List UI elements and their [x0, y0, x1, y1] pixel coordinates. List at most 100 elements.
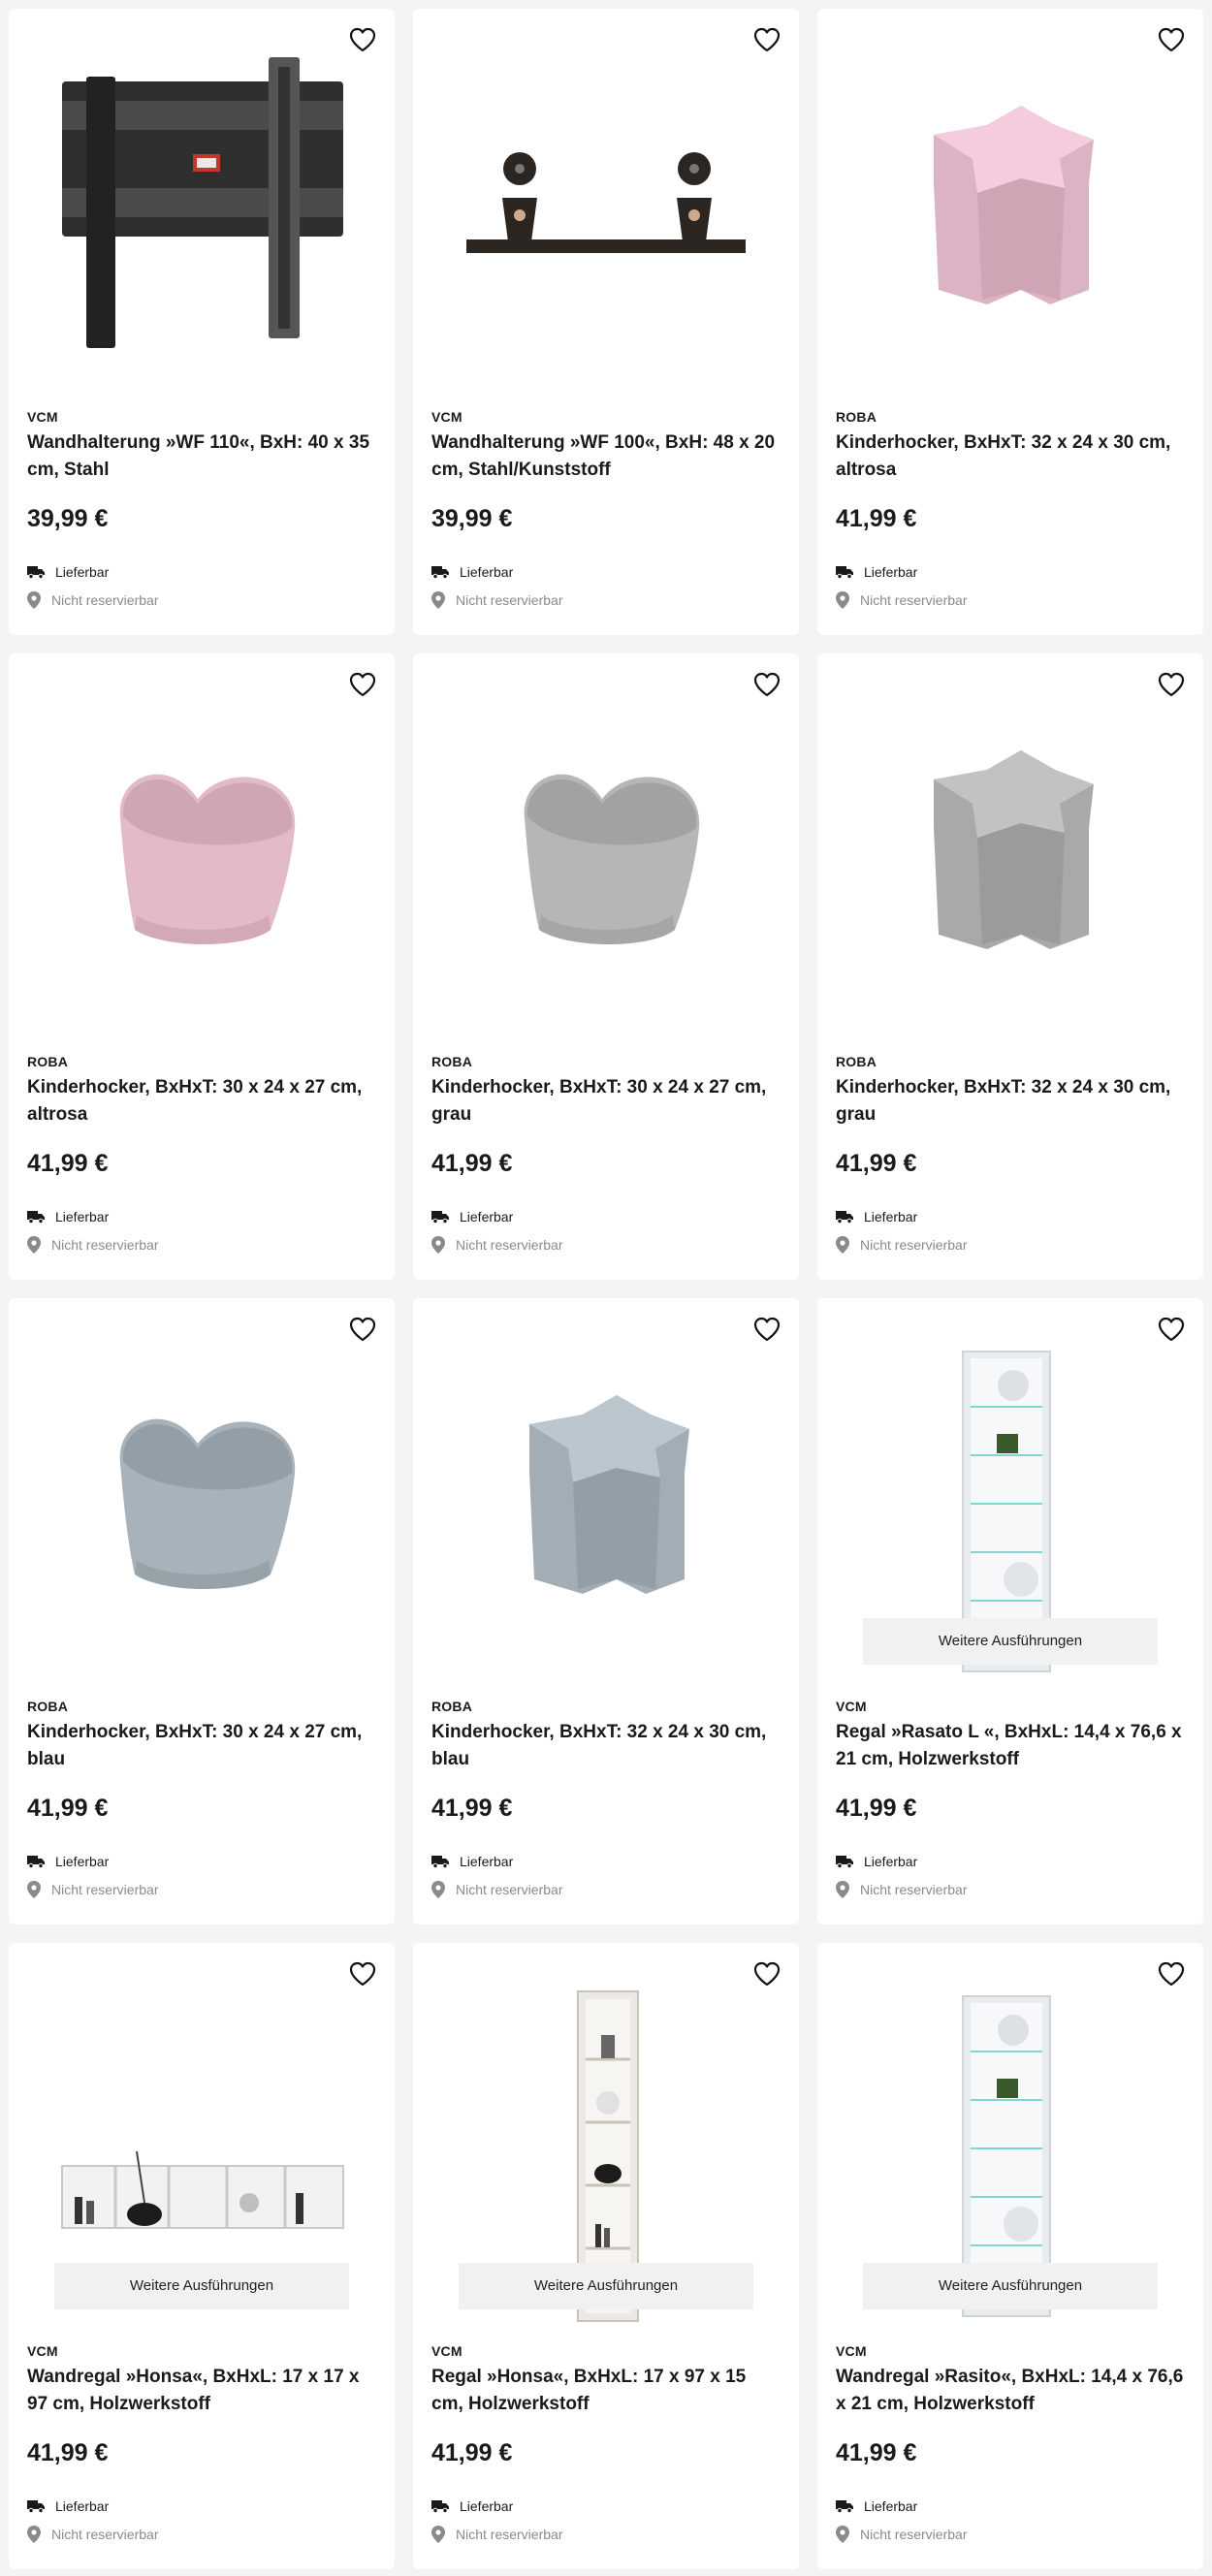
delivery-label: Lieferbar: [864, 1209, 918, 1224]
reservation-status: Nicht reservierbar: [27, 1236, 158, 1254]
heart-outline-icon[interactable]: [752, 1960, 781, 1988]
more-variants-button[interactable]: Weitere Ausführungen: [863, 1618, 1158, 1665]
delivery-label: Lieferbar: [460, 1209, 514, 1224]
product-brand: VCM: [27, 2343, 58, 2359]
delivery-label: Lieferbar: [55, 1854, 110, 1869]
heart-outline-icon[interactable]: [1157, 1960, 1186, 1988]
product-card-6[interactable]: ROBA Kinderhocker, BxHxT: 32 x 24 x 30 c…: [817, 653, 1203, 1280]
product-price: 41,99 €: [836, 1150, 917, 1177]
heart-outline-icon[interactable]: [1157, 671, 1186, 698]
reservation-status: Nicht reservierbar: [836, 1881, 967, 1898]
star-stool-image[interactable]: [817, 9, 1203, 397]
delivery-status: Lieferbar: [27, 1209, 109, 1224]
location-pin-icon: [836, 1881, 849, 1898]
delivery-status: Lieferbar: [431, 1209, 513, 1224]
product-title[interactable]: Wandregal »Rasito«, BxHxL: 14,4 x 76,6 x…: [836, 2364, 1185, 2418]
product-card-12[interactable]: VCM Wandregal »Rasito«, BxHxL: 14,4 x 76…: [817, 1943, 1203, 2569]
delivery-status: Lieferbar: [836, 1854, 917, 1869]
product-price: 41,99 €: [27, 2439, 109, 2466]
truck-icon: [836, 2500, 853, 2513]
location-pin-icon: [27, 1236, 41, 1254]
location-pin-icon: [27, 2526, 41, 2543]
product-price: 41,99 €: [27, 1795, 109, 1822]
product-card-11[interactable]: VCM Regal »Honsa«, BxHxL: 17 x 97 x 15 c…: [413, 1943, 799, 2569]
more-variants-button[interactable]: Weitere Ausführungen: [863, 2263, 1158, 2309]
delivery-label: Lieferbar: [55, 564, 110, 580]
product-price: 41,99 €: [836, 505, 917, 532]
reservation-label: Nicht reservierbar: [456, 1882, 563, 1897]
product-card-10[interactable]: VCM Wandregal »Honsa«, BxHxL: 17 x 17 x …: [9, 1943, 395, 2569]
heart-stool-image[interactable]: [9, 653, 395, 1041]
product-card-1[interactable]: VCM Wandhalterung »WF 110«, BxH: 40 x 35…: [9, 9, 395, 635]
product-card-7[interactable]: ROBA Kinderhocker, BxHxT: 30 x 24 x 27 c…: [9, 1298, 395, 1924]
product-brand: VCM: [431, 2343, 462, 2359]
product-title[interactable]: Wandhalterung »WF 110«, BxH: 40 x 35 cm,…: [27, 429, 376, 484]
delivery-status: Lieferbar: [431, 2498, 513, 2514]
star-stool-image[interactable]: [413, 1298, 799, 1686]
product-title[interactable]: Wandregal »Honsa«, BxHxL: 17 x 17 x 97 c…: [27, 2364, 376, 2418]
delivery-label: Lieferbar: [55, 1209, 110, 1224]
delivery-status: Lieferbar: [431, 1854, 513, 1869]
delivery-status: Lieferbar: [836, 564, 917, 580]
tv-wall-mount-tilt-image[interactable]: [9, 9, 395, 397]
product-price: 41,99 €: [836, 1795, 917, 1822]
delivery-status: Lieferbar: [27, 1854, 109, 1869]
product-title[interactable]: Kinderhocker, BxHxT: 30 x 24 x 27 cm, gr…: [431, 1074, 781, 1129]
location-pin-icon: [431, 591, 445, 609]
product-title[interactable]: Kinderhocker, BxHxT: 30 x 24 x 27 cm, bl…: [27, 1719, 376, 1773]
heart-outline-icon[interactable]: [752, 1316, 781, 1343]
product-title[interactable]: Wandhalterung »WF 100«, BxH: 48 x 20 cm,…: [431, 429, 781, 484]
location-pin-icon: [27, 591, 41, 609]
heart-outline-icon[interactable]: [348, 26, 377, 53]
delivery-status: Lieferbar: [431, 564, 513, 580]
heart-outline-icon[interactable]: [1157, 26, 1186, 53]
more-variants-button[interactable]: Weitere Ausführungen: [459, 2263, 753, 2309]
heart-stool-image[interactable]: [9, 1298, 395, 1686]
delivery-status: Lieferbar: [27, 2498, 109, 2514]
heart-outline-icon[interactable]: [348, 671, 377, 698]
product-card-3[interactable]: ROBA Kinderhocker, BxHxT: 32 x 24 x 30 c…: [817, 9, 1203, 635]
delivery-label: Lieferbar: [55, 2498, 110, 2514]
product-card-5[interactable]: ROBA Kinderhocker, BxHxT: 30 x 24 x 27 c…: [413, 653, 799, 1280]
product-title[interactable]: Kinderhocker, BxHxT: 32 x 24 x 30 cm, al…: [836, 429, 1185, 484]
product-title[interactable]: Regal »Rasato L «, BxHxL: 14,4 x 76,6 x …: [836, 1719, 1185, 1773]
truck-icon: [27, 1211, 45, 1224]
product-title[interactable]: Kinderhocker, BxHxT: 30 x 24 x 27 cm, al…: [27, 1074, 376, 1129]
product-title[interactable]: Kinderhocker, BxHxT: 32 x 24 x 30 cm, gr…: [836, 1074, 1185, 1129]
heart-outline-icon[interactable]: [348, 1960, 377, 1988]
heart-outline-icon[interactable]: [1157, 1316, 1186, 1343]
product-title[interactable]: Kinderhocker, BxHxT: 32 x 24 x 30 cm, bl…: [431, 1719, 781, 1773]
reservation-label: Nicht reservierbar: [51, 1237, 159, 1253]
product-card-8[interactable]: ROBA Kinderhocker, BxHxT: 32 x 24 x 30 c…: [413, 1298, 799, 1924]
reservation-label: Nicht reservierbar: [51, 592, 159, 608]
truck-icon: [431, 1211, 449, 1224]
star-stool-image[interactable]: [817, 653, 1203, 1041]
truck-icon: [431, 2500, 449, 2513]
location-pin-icon: [836, 2526, 849, 2543]
heart-outline-icon[interactable]: [752, 26, 781, 53]
reservation-status: Nicht reservierbar: [27, 1881, 158, 1898]
product-brand: ROBA: [836, 409, 877, 425]
product-brand: ROBA: [27, 1054, 69, 1069]
truck-icon: [27, 2500, 45, 2513]
heart-outline-icon[interactable]: [348, 1316, 377, 1343]
product-card-2[interactable]: VCM Wandhalterung »WF 100«, BxH: 48 x 20…: [413, 9, 799, 635]
product-card-4[interactable]: ROBA Kinderhocker, BxHxT: 30 x 24 x 27 c…: [9, 653, 395, 1280]
delivery-label: Lieferbar: [864, 564, 918, 580]
heart-stool-image[interactable]: [413, 653, 799, 1041]
product-brand: ROBA: [431, 1699, 473, 1714]
product-card-9[interactable]: VCM Regal »Rasato L «, BxHxL: 14,4 x 76,…: [817, 1298, 1203, 1924]
delivery-label: Lieferbar: [460, 564, 514, 580]
heart-outline-icon[interactable]: [752, 671, 781, 698]
product-brand: VCM: [431, 409, 462, 425]
more-variants-button[interactable]: Weitere Ausführungen: [54, 2263, 349, 2309]
location-pin-icon: [27, 1881, 41, 1898]
reservation-label: Nicht reservierbar: [456, 592, 563, 608]
product-brand: ROBA: [27, 1699, 69, 1714]
truck-icon: [836, 566, 853, 579]
reservation-label: Nicht reservierbar: [51, 1882, 159, 1897]
reservation-label: Nicht reservierbar: [860, 1237, 968, 1253]
reservation-status: Nicht reservierbar: [836, 2526, 967, 2543]
tv-wall-mount-bar-image[interactable]: [413, 9, 799, 397]
product-title[interactable]: Regal »Honsa«, BxHxL: 17 x 97 x 15 cm, H…: [431, 2364, 781, 2418]
